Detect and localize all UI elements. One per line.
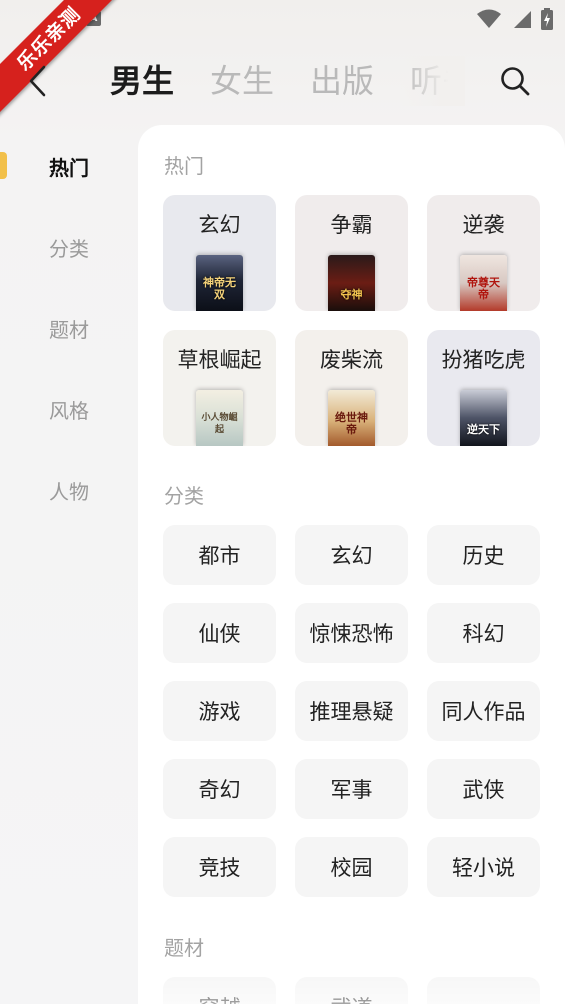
wifi-icon xyxy=(477,9,501,28)
search-icon xyxy=(501,67,530,96)
chip-dushi[interactable]: 都市 xyxy=(163,525,276,585)
ribbon-text: 乐乐亲测 xyxy=(0,0,129,119)
card-label: 草根崛起 xyxy=(177,348,262,372)
status-icons xyxy=(477,8,553,30)
chip-jingji[interactable]: 竞技 xyxy=(163,837,276,897)
sidebar-item-hot[interactable]: 热门 xyxy=(0,125,138,207)
chip-tuili[interactable]: 推理悬疑 xyxy=(295,681,408,741)
sidebar-item-character[interactable]: 人物 xyxy=(0,450,138,531)
card-label: 逆袭 xyxy=(462,213,505,237)
search-button[interactable] xyxy=(499,65,531,97)
chip-tongren[interactable]: 同人作品 xyxy=(427,681,540,741)
sidebar-item-style[interactable]: 风格 xyxy=(0,369,138,450)
chip-qihuan[interactable]: 奇幻 xyxy=(163,759,276,819)
chip-lishi[interactable]: 历史 xyxy=(427,525,540,585)
tab-publish[interactable]: 出版 xyxy=(310,56,374,106)
chip-xuanhuan[interactable]: 玄幻 xyxy=(295,525,408,585)
card-label: 玄幻 xyxy=(198,213,241,237)
cover-title: 帝尊天帝 xyxy=(467,276,500,301)
sidebar-item-label: 题材 xyxy=(49,318,89,342)
chip-wuxia[interactable]: 武侠 xyxy=(427,759,540,819)
cellular-signal-icon xyxy=(514,11,531,28)
hot-card-caogen[interactable]: 草根崛起 小人物崛起 xyxy=(163,330,276,446)
chip-junshi[interactable]: 军事 xyxy=(295,759,408,819)
section-title-category: 分类 xyxy=(164,484,204,508)
hot-card-feichai[interactable]: 废柴流 绝世神帝 xyxy=(295,330,408,446)
sidebar-item-category[interactable]: 分类 xyxy=(0,207,138,288)
cover-title: 神帝无双 xyxy=(203,276,236,301)
chip-youxi[interactable]: 游戏 xyxy=(163,681,276,741)
category-sidebar: 热门 分类 题材 风格 人物 xyxy=(0,125,138,531)
sidebar-item-theme[interactable]: 题材 xyxy=(0,288,138,369)
book-cover: 逆天下 xyxy=(460,390,507,446)
cover-title: 夺神 xyxy=(340,288,363,301)
card-label: 争霸 xyxy=(330,213,373,237)
hot-card-zhengba[interactable]: 争霸 夺神 xyxy=(295,195,408,311)
category-chip-grid: 都市 玄幻 历史 仙侠 惊悚恐怖 科幻 游戏 推理悬疑 同人作品 奇幻 军事 武… xyxy=(163,525,540,897)
active-indicator xyxy=(0,152,7,179)
sidebar-item-label: 分类 xyxy=(49,237,89,261)
tab-male[interactable]: 男生 xyxy=(110,56,174,106)
chip-xianxia[interactable]: 仙侠 xyxy=(163,603,276,663)
hot-card-grid: 玄幻 神帝无双 争霸 夺神 逆袭 帝尊天帝 草根崛起 小人物崛起 废柴流 绝世神… xyxy=(163,195,540,446)
hot-card-banzhu[interactable]: 扮猪吃虎 逆天下 xyxy=(427,330,540,446)
book-cover: 绝世神帝 xyxy=(328,390,375,446)
book-cover: 夺神 xyxy=(328,255,375,311)
sidebar-item-label: 热门 xyxy=(49,155,89,180)
theme-chip-grid: 穿越 武道 xyxy=(163,977,540,1004)
tabs-fade xyxy=(400,56,465,106)
cover-title: 逆天下 xyxy=(467,423,500,436)
hot-card-nixi[interactable]: 逆袭 帝尊天帝 xyxy=(427,195,540,311)
battery-icon xyxy=(541,8,553,30)
chip-theme-3[interactable] xyxy=(427,977,540,1004)
sidebar-item-label: 风格 xyxy=(49,399,89,423)
chevron-left-icon xyxy=(29,65,46,97)
book-cover: 小人物崛起 xyxy=(196,390,243,446)
section-title-theme: 题材 xyxy=(164,936,204,960)
book-cover: 神帝无双 xyxy=(196,255,243,311)
chip-qingxiaoshuo[interactable]: 轻小说 xyxy=(427,837,540,897)
chip-jingsong[interactable]: 惊悚恐怖 xyxy=(295,603,408,663)
sidebar-item-label: 人物 xyxy=(49,480,89,504)
chip-kehuan[interactable]: 科幻 xyxy=(427,603,540,663)
content-panel: 热门 玄幻 神帝无双 争霸 夺神 逆袭 帝尊天帝 草根崛起 小人物崛起 废柴流 … xyxy=(138,125,565,1004)
chip-chuanyue[interactable]: 穿越 xyxy=(163,977,276,1004)
card-label: 废柴流 xyxy=(320,348,383,372)
back-button[interactable] xyxy=(26,64,50,98)
chip-xiaoyuan[interactable]: 校园 xyxy=(295,837,408,897)
section-title-hot: 热门 xyxy=(164,154,204,178)
tab-female[interactable]: 女生 xyxy=(210,56,274,106)
cover-title: 小人物崛起 xyxy=(201,413,238,435)
chip-wudao[interactable]: 武道 xyxy=(295,977,408,1004)
cover-title: 绝世神帝 xyxy=(335,411,368,436)
book-cover: 帝尊天帝 xyxy=(460,255,507,311)
card-label: 扮猪吃虎 xyxy=(441,348,526,372)
hot-card-xuanhuan[interactable]: 玄幻 神帝无双 xyxy=(163,195,276,311)
